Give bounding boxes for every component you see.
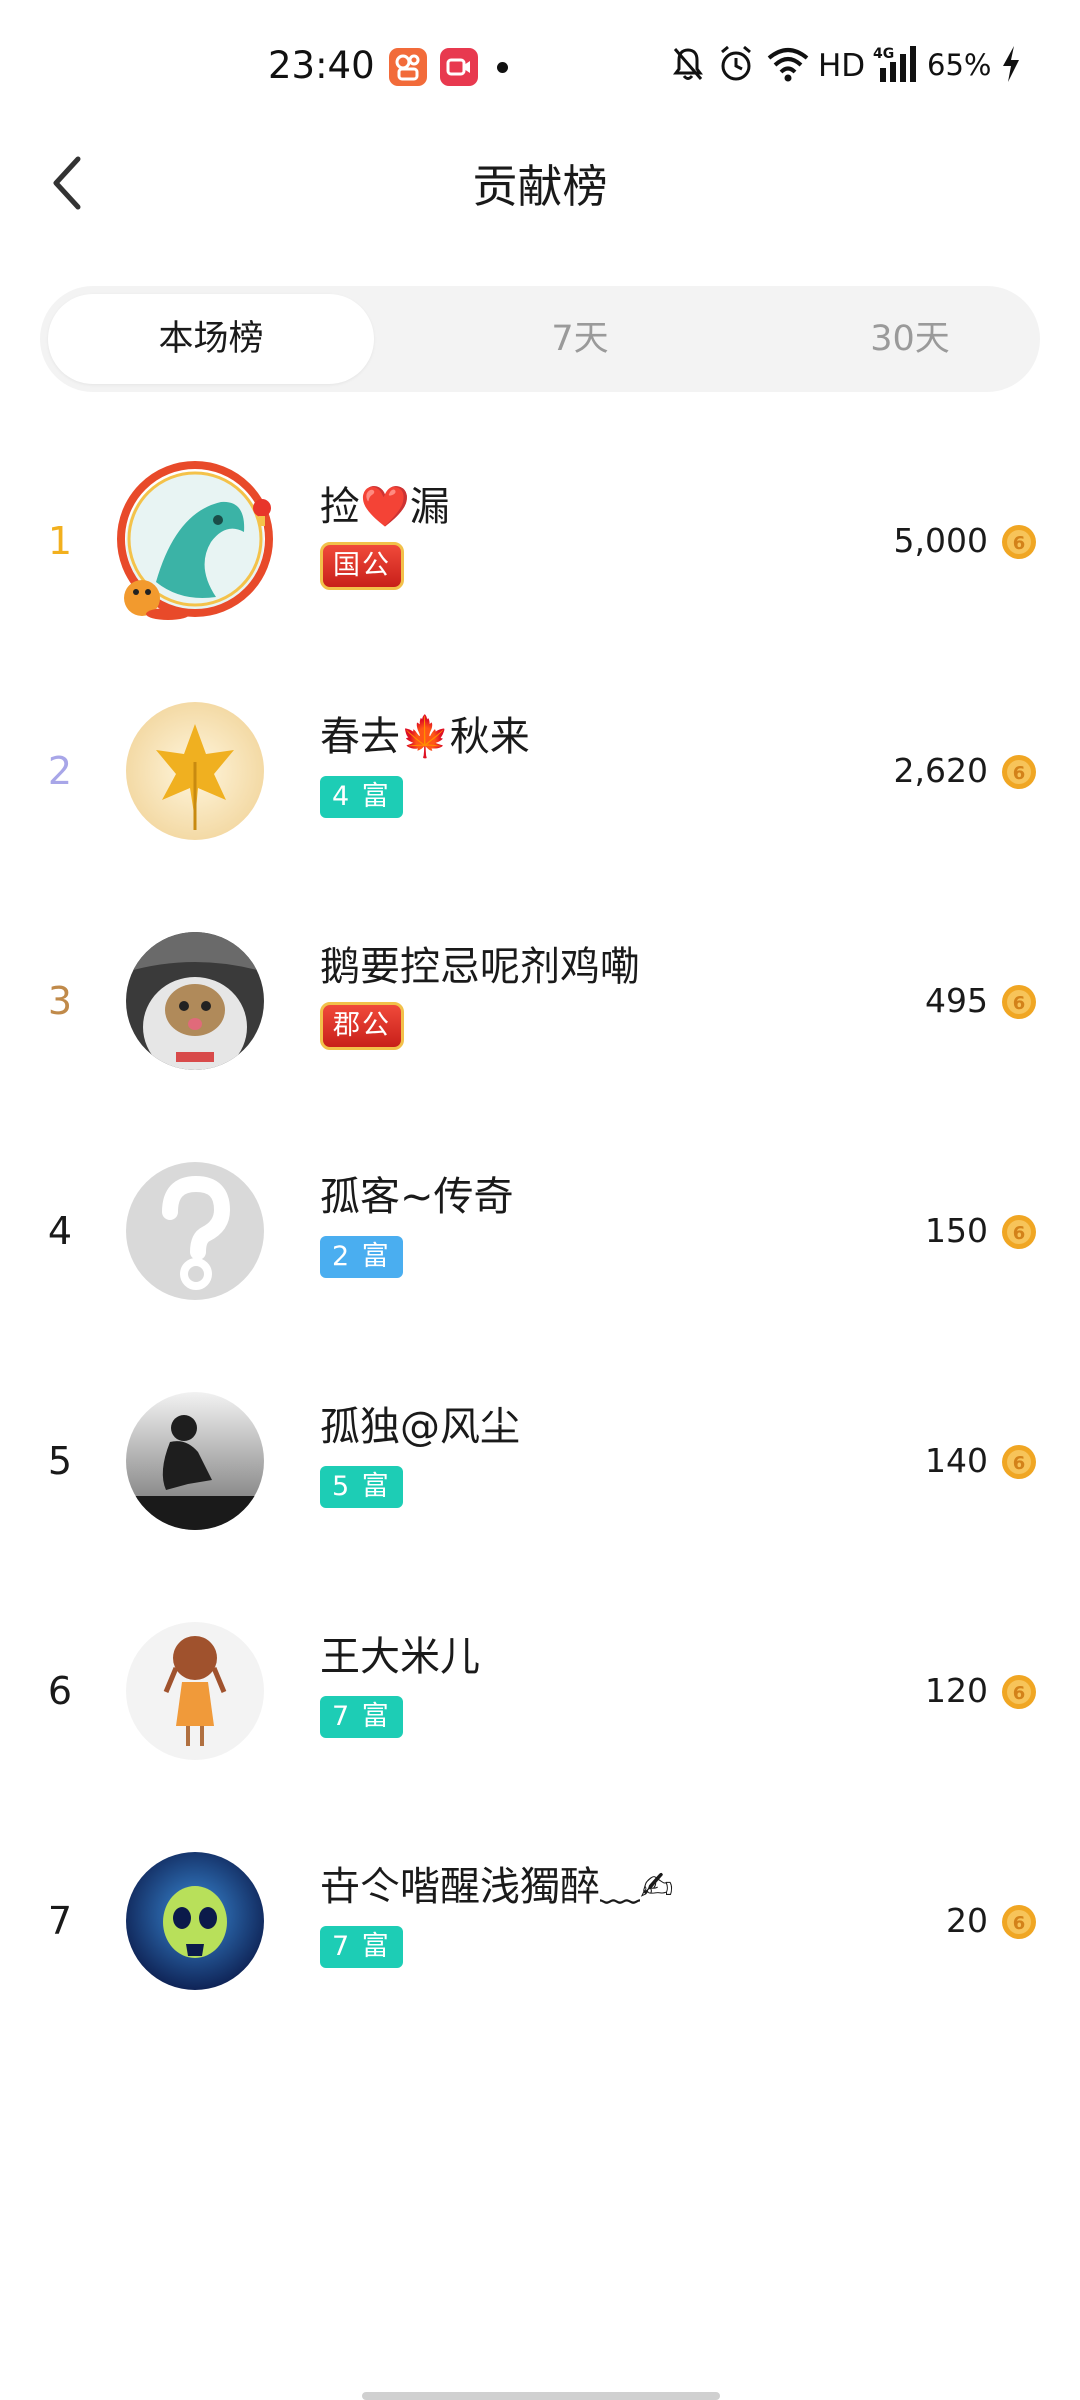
period-tabs: 本场榜 7天 30天 xyxy=(40,286,1040,392)
rank-number: 6 xyxy=(47,1669,73,1713)
screen-record-icon xyxy=(440,48,478,86)
avatar[interactable] xyxy=(126,702,264,840)
tab-30-days[interactable]: 30天 xyxy=(746,294,1074,384)
wealth-level-badge: 2 富 xyxy=(320,1236,403,1278)
battery-level: 65% xyxy=(927,48,992,82)
rank-number: 2 xyxy=(47,749,73,793)
avatar[interactable] xyxy=(126,1162,264,1300)
noble-badge: 国公 xyxy=(320,542,404,590)
svg-text:6: 6 xyxy=(1013,533,1026,554)
mute-bell-icon xyxy=(673,48,703,80)
svg-text:6: 6 xyxy=(1013,763,1026,784)
user-name: 鹅要控忌呢剂鸡嘞 xyxy=(320,944,640,990)
coin-icon: 6 xyxy=(1002,985,1036,1019)
coin-icon: 6 xyxy=(1002,1675,1036,1709)
coin-icon: 6 xyxy=(1002,525,1036,559)
noble-badge: 郡公 xyxy=(320,1002,404,1050)
signal-icon xyxy=(880,46,916,82)
ranking-row[interactable]: 6 王大米儿 7 富 120 6 xyxy=(0,1576,1080,1806)
ranking-row[interactable]: 5 孤独@风尘 5 富 140 6 xyxy=(0,1346,1080,1576)
wealth-level-badge: 4 富 xyxy=(320,776,403,818)
contribution-score: 495 xyxy=(925,981,988,1020)
status-time: 23:40 xyxy=(268,44,375,87)
coin-icon: 6 xyxy=(1002,1905,1036,1939)
svg-text:6: 6 xyxy=(1013,1913,1026,1934)
avatar[interactable] xyxy=(126,1852,264,1990)
user-name: 王大米儿 xyxy=(320,1634,480,1680)
svg-text:6: 6 xyxy=(1013,1683,1026,1704)
coin-icon: 6 xyxy=(1002,755,1036,789)
user-name: 孤独@风尘 xyxy=(320,1404,520,1450)
ranking-row[interactable]: 1 捡❤️漏 国公 5,000 6 xyxy=(0,426,1080,656)
status-bar: 23:40 HD 4G 65% xyxy=(0,0,1080,130)
contribution-score: 20 xyxy=(946,1901,988,1940)
avatar-frame-icon xyxy=(117,461,273,620)
wealth-level-badge: 7 富 xyxy=(320,1696,403,1738)
contribution-score: 5,000 xyxy=(893,521,988,560)
ranking-row[interactable]: 3 鹅要控忌呢剂鸡嘞 郡公 495 6 xyxy=(0,886,1080,1116)
rank-number: 1 xyxy=(47,519,73,563)
page-title: 贡献榜 xyxy=(472,160,608,213)
rank-number: 4 xyxy=(47,1209,73,1253)
home-indicator[interactable] xyxy=(362,2392,720,2400)
app-notification-icon xyxy=(389,48,427,86)
rank-number: 7 xyxy=(47,1899,73,1943)
avatar[interactable] xyxy=(126,1392,264,1530)
contribution-score: 2,620 xyxy=(893,751,988,790)
charging-icon xyxy=(1003,46,1019,82)
svg-text:6: 6 xyxy=(1013,1453,1026,1474)
user-name: 春去🍁秋来 xyxy=(320,714,530,760)
rank-number: 3 xyxy=(47,979,73,1023)
user-name: 捡❤️漏 xyxy=(320,484,450,530)
ranking-row[interactable]: 2 春去🍁秋来 4 富 2,620 6 xyxy=(0,656,1080,886)
avatar[interactable] xyxy=(126,932,264,1070)
wealth-level-badge: 7 富 xyxy=(320,1926,403,1968)
wifi-icon xyxy=(767,48,809,82)
avatar[interactable] xyxy=(126,1622,264,1760)
user-name: 孤客~传奇 xyxy=(320,1174,514,1220)
alarm-icon xyxy=(721,45,751,81)
svg-text:6: 6 xyxy=(1013,1223,1026,1244)
ranking-row[interactable]: 4 孤客~传奇 2 富 150 6 xyxy=(0,1116,1080,1346)
ranking-row[interactable]: 7 卋仒喈醒浅獨醉﹏✍ 7 富 20 6 xyxy=(0,1806,1080,2036)
tab-7-days[interactable]: 7天 xyxy=(416,294,744,384)
rank-number: 5 xyxy=(47,1439,73,1483)
contribution-score: 140 xyxy=(925,1441,988,1480)
coin-icon: 6 xyxy=(1002,1215,1036,1249)
user-name: 卋仒喈醒浅獨醉﹏✍ xyxy=(320,1864,674,1910)
tab-current-session[interactable]: 本场榜 xyxy=(48,294,374,384)
coin-icon: 6 xyxy=(1002,1445,1036,1479)
network-label: HD xyxy=(818,48,866,84)
wealth-level-badge: 5 富 xyxy=(320,1466,403,1508)
contribution-score: 150 xyxy=(925,1211,988,1250)
dot-icon xyxy=(497,62,508,73)
svg-text:6: 6 xyxy=(1013,993,1026,1014)
contribution-score: 120 xyxy=(925,1671,988,1710)
